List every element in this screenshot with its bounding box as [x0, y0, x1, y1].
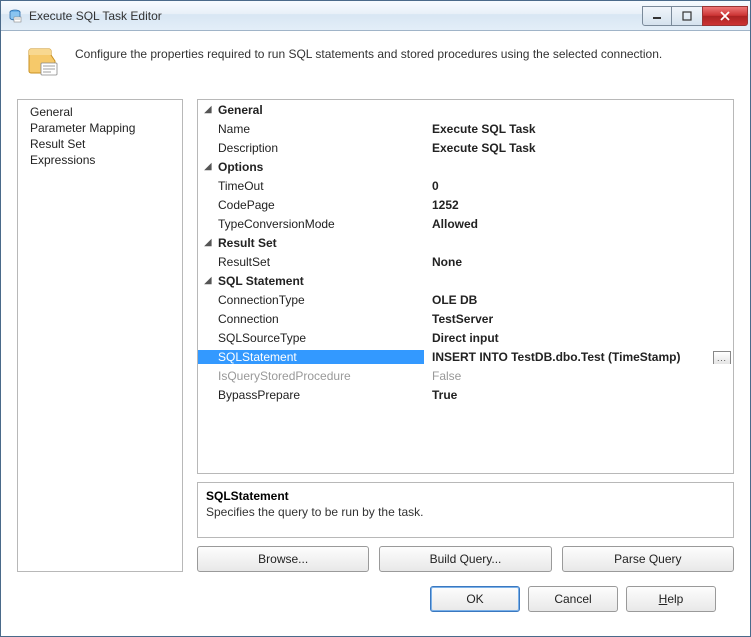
sidebar-item-general[interactable]: General [20, 104, 180, 120]
prop-value: False [424, 369, 733, 383]
minimize-button[interactable] [642, 6, 672, 26]
category-sqlstatement: ◢ SQL Statement [198, 271, 733, 290]
build-query-button[interactable]: Build Query... [379, 546, 551, 572]
help-label-rest: elp [667, 592, 683, 606]
close-button[interactable] [702, 6, 748, 26]
prop-value-text: INSERT INTO TestDB.dbo.Test (TimeStamp) [432, 350, 680, 364]
prop-value[interactable]: True [424, 388, 733, 402]
app-icon [7, 8, 23, 24]
description-title: SQLStatement [206, 489, 725, 503]
description-text: Specifies the query to be run by the tas… [206, 505, 725, 519]
prop-value[interactable]: Execute SQL Task [424, 141, 733, 155]
cancel-button[interactable]: Cancel [528, 586, 618, 612]
browse-button[interactable]: Browse... [197, 546, 369, 572]
prop-label: CodePage [198, 198, 424, 212]
right-pane: ◢ General Name Execute SQL Task Descript… [197, 99, 734, 572]
ellipsis-button[interactable]: ... [713, 351, 731, 364]
parse-query-button[interactable]: Parse Query [562, 546, 734, 572]
action-buttons: Browse... Build Query... Parse Query [197, 546, 734, 572]
expand-icon[interactable]: ◢ [198, 104, 218, 115]
help-button[interactable]: Help [626, 586, 716, 612]
sidebar: General Parameter Mapping Result Set Exp… [17, 99, 183, 572]
prop-label: IsQueryStoredProcedure [198, 369, 424, 383]
sidebar-item-expressions[interactable]: Expressions [20, 152, 180, 168]
category-general: ◢ General [198, 100, 733, 119]
category-label: Result Set [218, 236, 277, 250]
header: Configure the properties required to run… [17, 45, 734, 79]
prop-sqlsourcetype[interactable]: SQLSourceType Direct input [198, 328, 733, 347]
prop-isquerystoredprocedure: IsQueryStoredProcedure False [198, 366, 733, 385]
prop-value[interactable]: OLE DB [424, 293, 733, 307]
category-options: ◢ Options [198, 157, 733, 176]
prop-value[interactable]: 0 [424, 179, 733, 193]
footer: OK Cancel Help [17, 572, 734, 626]
prop-connection[interactable]: Connection TestServer [198, 309, 733, 328]
sidebar-item-result-set[interactable]: Result Set [20, 136, 180, 152]
prop-value[interactable]: Direct input [424, 331, 733, 345]
prop-name[interactable]: Name Execute SQL Task [198, 119, 733, 138]
titlebar[interactable]: Execute SQL Task Editor [1, 1, 750, 31]
prop-label: BypassPrepare [198, 388, 424, 402]
prop-label: SQLStatement [198, 350, 424, 364]
prop-bypassprepare[interactable]: BypassPrepare True [198, 385, 733, 404]
prop-codepage[interactable]: CodePage 1252 [198, 195, 733, 214]
prop-value[interactable]: Allowed [424, 217, 733, 231]
content-area: Configure the properties required to run… [1, 31, 750, 636]
prop-value[interactable]: Execute SQL Task [424, 122, 733, 136]
prop-label: Name [198, 122, 424, 136]
header-description: Configure the properties required to run… [75, 45, 662, 61]
maximize-button[interactable] [672, 6, 702, 26]
prop-value[interactable]: 1252 [424, 198, 733, 212]
property-grid: ◢ General Name Execute SQL Task Descript… [197, 99, 734, 474]
prop-sqlstatement[interactable]: SQLStatement INSERT INTO TestDB.dbo.Test… [198, 347, 733, 366]
prop-label: TypeConversionMode [198, 217, 424, 231]
category-label: SQL Statement [218, 274, 304, 288]
category-label: Options [218, 160, 263, 174]
ok-button[interactable]: OK [430, 586, 520, 612]
category-label: General [218, 103, 263, 117]
prop-label: TimeOut [198, 179, 424, 193]
category-resultset: ◢ Result Set [198, 233, 733, 252]
task-icon [27, 45, 61, 79]
description-panel: SQLStatement Specifies the query to be r… [197, 482, 734, 538]
main-area: General Parameter Mapping Result Set Exp… [17, 99, 734, 572]
prop-connectiontype[interactable]: ConnectionType OLE DB [198, 290, 733, 309]
prop-value[interactable]: INSERT INTO TestDB.dbo.Test (TimeStamp) … [424, 350, 733, 364]
prop-label: ResultSet [198, 255, 424, 269]
prop-label: ConnectionType [198, 293, 424, 307]
prop-resultset[interactable]: ResultSet None [198, 252, 733, 271]
prop-value[interactable]: TestServer [424, 312, 733, 326]
prop-label: Connection [198, 312, 424, 326]
window-controls [642, 6, 748, 26]
expand-icon[interactable]: ◢ [198, 237, 218, 248]
dialog-window: Execute SQL Task Editor [0, 0, 751, 637]
window-title: Execute SQL Task Editor [29, 9, 642, 23]
prop-label: Description [198, 141, 424, 155]
prop-timeout[interactable]: TimeOut 0 [198, 176, 733, 195]
sidebar-item-parameter-mapping[interactable]: Parameter Mapping [20, 120, 180, 136]
prop-label: SQLSourceType [198, 331, 424, 345]
prop-description[interactable]: Description Execute SQL Task [198, 138, 733, 157]
expand-icon[interactable]: ◢ [198, 161, 218, 172]
prop-value[interactable]: None [424, 255, 733, 269]
expand-icon[interactable]: ◢ [198, 275, 218, 286]
prop-typeconversionmode[interactable]: TypeConversionMode Allowed [198, 214, 733, 233]
